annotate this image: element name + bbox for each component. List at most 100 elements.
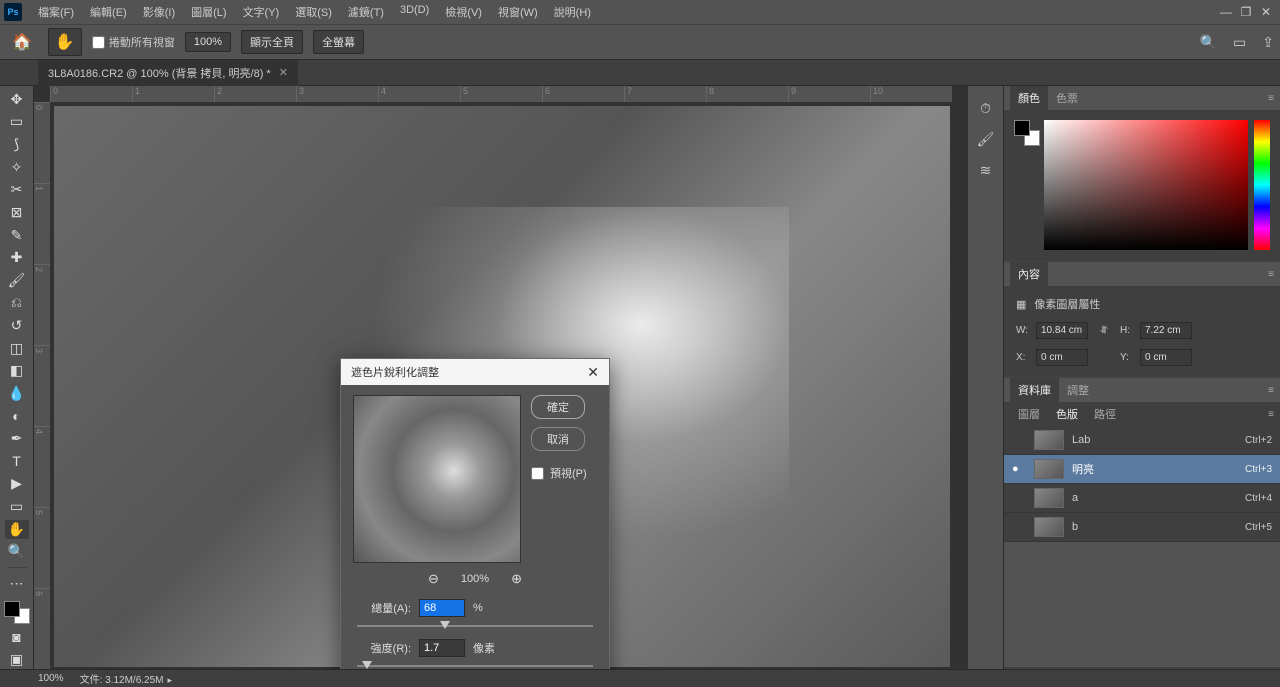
menu-item[interactable]: 圖層(L) xyxy=(183,0,234,24)
close-tab-icon[interactable]: ✕ xyxy=(279,66,288,79)
channel-name: b xyxy=(1072,521,1237,533)
scroll-all-windows-checkbox[interactable]: 捲動所有視窗 xyxy=(92,34,175,50)
screen-mode[interactable]: ▣ xyxy=(5,650,29,669)
zoom-in-icon[interactable]: ⊕ xyxy=(511,571,522,587)
minimize-button[interactable]: — xyxy=(1216,5,1236,19)
pen-tool[interactable]: ✒ xyxy=(5,429,29,448)
history-panel-icon[interactable]: ⏱ xyxy=(980,100,991,117)
ruler-vertical: 0123456 xyxy=(34,102,50,669)
dialog-zoom-value: 100% xyxy=(461,573,489,585)
quick-mask[interactable]: ◙ xyxy=(5,628,29,647)
tab-adjustments[interactable]: 調整 xyxy=(1059,378,1097,402)
menu-item[interactable]: 視窗(W) xyxy=(490,0,546,24)
dodge-tool[interactable]: ◐ xyxy=(5,407,29,426)
history-brush-tool[interactable]: ↺ xyxy=(5,316,29,335)
width-input[interactable] xyxy=(1036,322,1088,339)
menu-item[interactable]: 檢視(V) xyxy=(437,0,490,24)
fullscreen-button[interactable]: 全螢幕 xyxy=(313,30,364,54)
menu-item[interactable]: 編輯(E) xyxy=(82,0,135,24)
menu-item[interactable]: 濾鏡(T) xyxy=(340,0,392,24)
panel-menu-icon[interactable]: ≡ xyxy=(1268,409,1274,420)
marquee-tool[interactable]: ▭ xyxy=(5,113,29,132)
tab-library[interactable]: 資料庫 xyxy=(1010,378,1059,402)
zoom-tool[interactable]: 🔍 xyxy=(5,543,29,562)
type-tool[interactable]: T xyxy=(5,452,29,471)
hand-tool-icon[interactable]: ✋ xyxy=(48,28,82,56)
radius-input[interactable] xyxy=(419,639,465,657)
crop-tool[interactable]: ✂ xyxy=(5,181,29,200)
panel-color-swatch[interactable] xyxy=(1014,120,1038,250)
path-select-tool[interactable]: ▶ xyxy=(5,475,29,494)
height-input[interactable] xyxy=(1140,322,1192,339)
menu-item[interactable]: 影像(I) xyxy=(135,0,183,24)
move-tool[interactable]: ✥ xyxy=(5,90,29,109)
gradient-tool[interactable]: ◧ xyxy=(5,362,29,381)
search-icon[interactable]: 🔍 xyxy=(1200,34,1217,51)
foreground-color[interactable] xyxy=(4,601,20,617)
dialog-titlebar[interactable]: 遮色片銳利化調整 ✕ xyxy=(341,359,609,385)
zoom-level[interactable]: 100% xyxy=(185,32,231,52)
blur-tool[interactable]: 💧 xyxy=(5,384,29,403)
brushes-panel-icon[interactable]: 🖌 xyxy=(977,131,995,148)
scroll-all-checkbox[interactable] xyxy=(92,36,105,49)
status-zoom[interactable]: 100% xyxy=(38,673,64,684)
tab-color[interactable]: 顏色 xyxy=(1010,86,1048,110)
fit-page-button[interactable]: 顯示全頁 xyxy=(241,30,303,54)
radius-slider[interactable] xyxy=(357,665,593,667)
menu-item[interactable]: 檔案(F) xyxy=(30,0,82,24)
tab-channels[interactable]: 色版 xyxy=(1048,402,1086,426)
channel-row[interactable]: bCtrl+5 xyxy=(1004,513,1280,542)
color-swatch[interactable] xyxy=(4,601,30,624)
shape-tool[interactable]: ▭ xyxy=(5,497,29,516)
tab-swatches[interactable]: 色票 xyxy=(1048,86,1086,110)
panel-menu-icon[interactable]: ≡ xyxy=(1268,269,1274,280)
panel-menu-icon[interactable]: ≡ xyxy=(1268,93,1274,104)
eraser-tool[interactable]: ◫ xyxy=(5,339,29,358)
zoom-out-icon[interactable]: ⊖ xyxy=(428,571,439,587)
visibility-icon[interactable]: ● xyxy=(1012,463,1026,475)
workspace-icon[interactable]: ▭ xyxy=(1233,34,1246,51)
restore-button[interactable]: ❐ xyxy=(1236,5,1256,19)
x-input[interactable] xyxy=(1036,349,1088,366)
hue-slider[interactable] xyxy=(1254,120,1270,250)
panel-menu-icon[interactable]: ≡ xyxy=(1268,385,1274,396)
color-picker[interactable] xyxy=(1044,120,1248,250)
home-icon[interactable]: 🏠 xyxy=(6,32,38,52)
tab-paths[interactable]: 路徑 xyxy=(1086,402,1124,426)
brush-tool[interactable]: 🖌 xyxy=(5,271,29,290)
lasso-tool[interactable]: ⟆ xyxy=(5,135,29,154)
document-tab[interactable]: 3L8A0186.CR2 @ 100% (背景 拷貝, 明亮/8) * ✕ xyxy=(38,60,298,86)
cancel-button[interactable]: 取消 xyxy=(531,427,585,451)
frame-tool[interactable]: ⊠ xyxy=(5,203,29,222)
hand-tool[interactable]: ✋ xyxy=(5,520,29,539)
magic-wand-tool[interactable]: ✧ xyxy=(5,158,29,177)
preview-checkbox[interactable] xyxy=(531,467,544,480)
menu-item[interactable]: 文字(Y) xyxy=(235,0,288,24)
amount-label: 總量(A): xyxy=(353,600,411,616)
y-input[interactable] xyxy=(1140,349,1192,366)
healing-brush-tool[interactable]: ✚ xyxy=(5,248,29,267)
status-doc: 文件: 3.12M/6.25M xyxy=(80,675,164,686)
tab-properties[interactable]: 內容 xyxy=(1010,262,1048,286)
channel-row[interactable]: LabCtrl+2 xyxy=(1004,426,1280,455)
dialog-preview[interactable] xyxy=(353,395,521,563)
adjustments-panel-icon[interactable]: ≋ xyxy=(980,162,992,179)
share-icon[interactable]: ⇪ xyxy=(1262,34,1274,51)
edit-toolbar[interactable]: ⋯ xyxy=(5,574,29,593)
menu-item[interactable]: 3D(D) xyxy=(392,0,437,24)
eyedropper-tool[interactable]: ✎ xyxy=(5,226,29,245)
menu-item[interactable]: 選取(S) xyxy=(287,0,340,24)
channel-row[interactable]: aCtrl+4 xyxy=(1004,484,1280,513)
tab-layers[interactable]: 圖層 xyxy=(1010,402,1048,426)
channel-thumb xyxy=(1034,430,1064,450)
status-arrow-icon[interactable]: ▸ xyxy=(168,675,173,685)
ok-button[interactable]: 確定 xyxy=(531,395,585,419)
channel-row[interactable]: ●明亮Ctrl+3 xyxy=(1004,455,1280,484)
menu-item[interactable]: 說明(H) xyxy=(546,0,599,24)
link-wh-icon[interactable]: ⥯ xyxy=(1094,325,1114,336)
amount-slider[interactable] xyxy=(357,625,593,627)
clone-stamp-tool[interactable]: ⎌ xyxy=(5,294,29,313)
amount-input[interactable] xyxy=(419,599,465,617)
dialog-close-icon[interactable]: ✕ xyxy=(587,364,599,381)
close-button[interactable]: ✕ xyxy=(1256,5,1276,19)
